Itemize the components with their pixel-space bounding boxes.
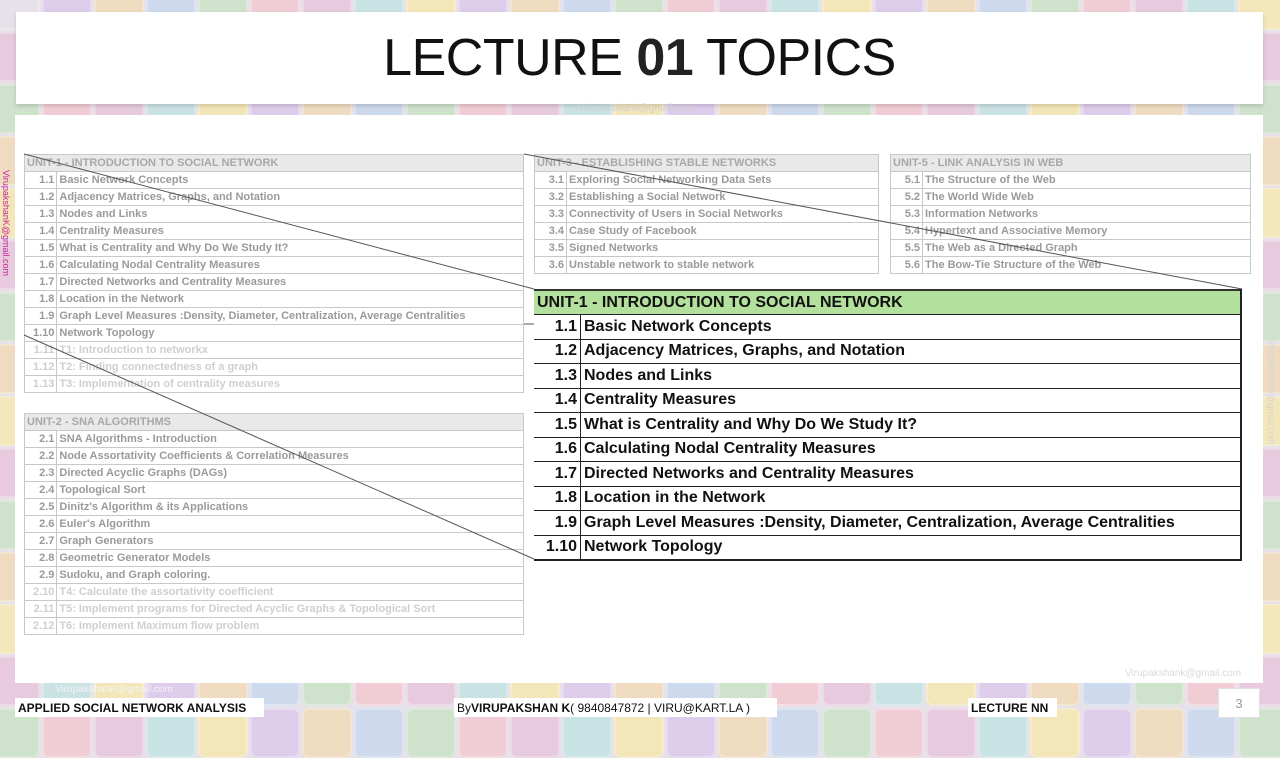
connector-line-bottom-left (23, 334, 535, 560)
footer-lecture: LECTURE NN (968, 698, 1057, 717)
table-row: 1.10 Network Topology (534, 534, 1242, 561)
connector-line-top-left (23, 153, 535, 290)
footer-watermark: VirupakshanK@gmail.com (55, 684, 173, 695)
footer-author: By VIRUPAKSHAN K ( 9840847872 | VIRU@KAR… (454, 698, 777, 717)
table-row: 1.6 Calculating Nodal Centrality Measures (534, 436, 1242, 462)
table-row: 1.3 Nodes and Links (534, 363, 1242, 389)
table-row: 1.2 Adjacency Matrices, Graphs, and Notat… (534, 338, 1242, 364)
table-row: 1.8 Location in the Network (534, 485, 1242, 511)
unit1-zoom-table: UNIT-1 - INTRODUCTION TO SOCIAL NETWORK … (534, 289, 1242, 561)
table-row: 1.5 What is Centrality and Why Do We Stud… (534, 412, 1242, 438)
zoom-heading: UNIT-1 - INTRODUCTION TO SOCIAL NETWORK (534, 289, 1242, 315)
author-name: VIRUPAKSHAN K (471, 700, 571, 715)
connector-line-top-right (523, 153, 1243, 290)
table-row: 1.9 Graph Level Measures :Density, Diamet… (534, 510, 1242, 536)
table-row: 1.1Basic Network Concepts (534, 314, 1242, 340)
author-contact: ( 9840847872 | VIRU@KART.LA ) (570, 700, 750, 715)
table-row: 1.7 Directed Networks and Centrality Meas… (534, 461, 1242, 487)
table-row: 1.4 Centrality Measures (534, 387, 1242, 413)
footer-course: APPLIED SOCIAL NETWORK ANALYSIS (15, 698, 264, 717)
page-number: 3 (1218, 688, 1260, 718)
